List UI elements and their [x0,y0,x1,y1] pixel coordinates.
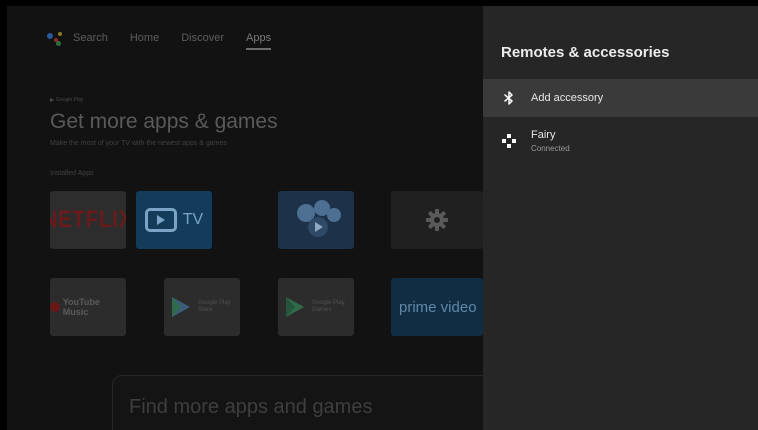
tv-screen: Search Home Discover Apps Google Play Ge… [7,6,758,430]
video-app-icon [297,200,341,237]
nav-search[interactable]: Search [73,32,108,44]
play-store-icon [172,297,190,317]
youtube-music-tile[interactable]: YouTube Music [50,278,126,336]
nav-home[interactable]: Home [130,32,159,44]
nav-apps[interactable]: Apps [246,32,272,50]
panel-title: Remotes & accessories [501,44,670,61]
play-store-label: Google Play Store [198,300,231,313]
youtube-music-label: YouTube Music [62,297,100,317]
section-label: Installed Apps [50,170,94,177]
google-play-games-tile[interactable]: Google Play Games [278,278,354,336]
nav-discover[interactable]: Discover [181,32,224,44]
gear-icon [426,209,448,231]
prime-video-label: prime video [399,298,477,316]
google-play-icon [50,97,54,102]
tv-icon [144,208,177,232]
fairy-status: Connected [531,144,570,153]
subtext: Make the most of your TV with the newest… [50,140,227,147]
netflix-tile[interactable]: NETFLIX [50,191,126,249]
play-games-label: Google Play Games [312,300,345,313]
find-more-label: Find more apps and games [129,396,373,418]
remotes-accessories-panel: Remotes & accessories Add accessory Fair… [483,6,758,430]
add-accessory-label: Add accessory [531,92,604,104]
play-games-icon [286,297,304,317]
google-assistant-icon[interactable] [47,30,63,46]
google-play-text: Google Play [56,97,84,103]
live-tv-tile[interactable]: TV [136,191,212,249]
google-play-label: Google Play [50,97,83,103]
bluetooth-icon [502,91,516,105]
settings-tile[interactable] [391,191,483,249]
video-app-tile[interactable] [278,191,354,249]
netflix-logo: NETFLIX [50,206,126,233]
prime-video-tile[interactable]: prime video [391,278,483,336]
gamepad-icon [502,134,516,148]
fairy-device-item[interactable]: Fairy Connected [483,129,758,163]
youtube-music-icon [50,302,60,312]
apps-background: Search Home Discover Apps Google Play Ge… [7,6,483,430]
google-play-store-tile[interactable]: Google Play Store [164,278,240,336]
fairy-label: Fairy [531,129,556,141]
top-nav: Search Home Discover Apps [47,30,272,50]
headline: Get more apps & games [50,110,278,133]
add-accessory-item[interactable]: Add accessory [483,79,758,117]
tv-label: TV [182,211,204,228]
